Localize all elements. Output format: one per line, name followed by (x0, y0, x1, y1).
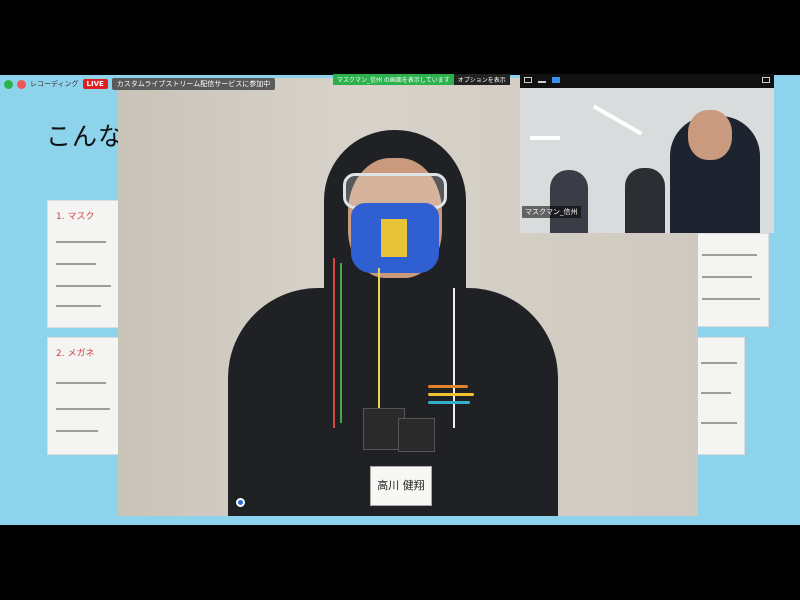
sharing-bar: マスクマン_信州 の画面を表示しています オプションを表示 (333, 74, 510, 85)
sketch-paper-right-1 (695, 233, 769, 327)
live-badge: LIVE (82, 79, 108, 89)
mask-device (351, 203, 439, 273)
participant-face-3 (688, 110, 732, 160)
sensor-board (398, 418, 435, 452)
participant-person-2 (625, 168, 665, 233)
thumbnail-toolbar (520, 74, 774, 88)
speaker-view-icon[interactable] (552, 77, 560, 83)
expand-icon[interactable] (762, 77, 770, 83)
sketch-paper-mask: 1. マスク (47, 200, 121, 328)
cursor-icon (236, 498, 245, 507)
participant-person-1 (550, 170, 588, 233)
top-letterbox (0, 0, 800, 75)
bottom-letterbox (0, 525, 800, 600)
options-button[interactable]: オプションを表示 (453, 74, 510, 85)
recording-icon (17, 79, 26, 89)
slide-title: こんな (46, 122, 125, 151)
participant-name: マスクマン_信州 (522, 206, 581, 218)
stream-status[interactable]: カスタムライブストリーム配信サービスに参加中 (111, 78, 276, 90)
sharing-status: マスクマン_信州 の画面を表示しています (333, 74, 454, 85)
sketch-paper-right-2 (695, 337, 745, 455)
recording-bar: レコーディング LIVE カスタムライブストリーム配信サービスに参加中 (0, 77, 276, 91)
minimize-icon[interactable] (538, 77, 546, 83)
layout-icon[interactable] (524, 77, 532, 83)
sketch-note-glasses: 2. メガネ (56, 349, 95, 359)
name-tag: 高川 健翔 (370, 466, 432, 506)
recording-label[interactable]: レコーディング (30, 79, 79, 89)
security-icon[interactable] (4, 79, 13, 89)
mask-yellow-panel (381, 219, 407, 257)
sketch-note-mask: 1. マスク (56, 212, 95, 222)
sketch-paper-glasses: 2. メガネ (47, 337, 121, 455)
